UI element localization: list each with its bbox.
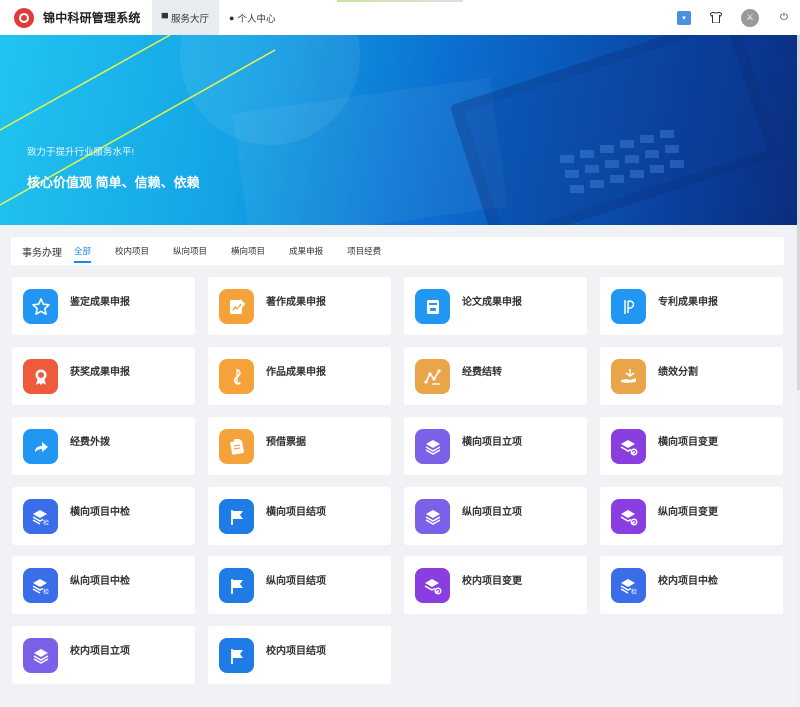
- service-card[interactable]: 绩效分割: [600, 347, 783, 405]
- top-bar: 锦中科研管理系统 ▀ 服务大厅 ● 个人中心 ▾ ⚔ ⏻: [0, 0, 800, 35]
- patent-icon: [611, 289, 646, 324]
- tab-achievement-reports[interactable]: 成果申报: [289, 237, 323, 265]
- service-card-label: 获奖成果申报: [70, 367, 130, 378]
- service-card[interactable]: 获奖成果申报: [12, 347, 195, 405]
- flag-icon: [219, 499, 254, 534]
- service-card[interactable]: 专利成果申报: [600, 277, 783, 335]
- chart-line-icon: [415, 359, 450, 394]
- service-card-label: 横向项目立项: [462, 437, 522, 448]
- nav-tab-personal-center[interactable]: ● 个人中心: [219, 0, 285, 35]
- filter-tabs: 事务办理 全部 校内项目 纵向项目 横向项目 成果申报 项目经费: [11, 237, 784, 265]
- medal-icon: [23, 359, 58, 394]
- service-card[interactable]: 纵向项目立项: [404, 487, 587, 545]
- service-card[interactable]: 作品成果申报: [208, 347, 391, 405]
- tab-horizontal-projects[interactable]: 横向项目: [231, 237, 265, 265]
- avatar[interactable]: ⚔: [741, 8, 759, 27]
- shirt-icon[interactable]: [709, 11, 723, 25]
- service-card-label: 著作成果申报: [266, 297, 326, 308]
- banner-illustration: [0, 35, 780, 225]
- service-card-label: 论文成果申报: [462, 297, 522, 308]
- service-card[interactable]: 经费结转: [404, 347, 587, 405]
- svg-text:检: 检: [43, 519, 49, 527]
- service-card-label: 横向项目中检: [70, 507, 130, 518]
- service-card-label: 绩效分割: [658, 367, 698, 378]
- service-card[interactable]: 经费外拨: [12, 417, 195, 475]
- service-card-label: 预借票据: [266, 437, 306, 448]
- service-card-label: 纵向项目中检: [70, 576, 130, 587]
- tab-vertical-projects[interactable]: 纵向项目: [173, 237, 207, 265]
- logo: [14, 7, 34, 28]
- tab-all[interactable]: 全部: [74, 237, 92, 265]
- service-card[interactable]: 横向项目变更: [600, 417, 783, 475]
- tab-campus-projects[interactable]: 校内项目: [115, 237, 149, 265]
- paper-icon: [415, 289, 450, 324]
- nav-tab-label: 个人中心: [237, 13, 276, 25]
- service-card[interactable]: 校内项目立项: [12, 626, 195, 684]
- service-card[interactable]: 检 纵向项目中检: [12, 556, 195, 614]
- flag-icon: [219, 568, 254, 603]
- service-card-label: 校内项目变更: [462, 576, 522, 587]
- service-card-label: 经费结转: [462, 367, 502, 378]
- service-card-label: 专利成果申报: [658, 297, 718, 308]
- music-icon: [219, 359, 254, 394]
- service-card[interactable]: 检 校内项目中检: [600, 556, 783, 614]
- banner-subtitle: 致力于提升行业服务水平!: [27, 147, 135, 158]
- layers-icon: [415, 429, 450, 464]
- service-card[interactable]: 检 横向项目中检: [12, 487, 195, 545]
- service-card[interactable]: 纵向项目变更: [600, 487, 783, 545]
- tab-project-funds[interactable]: 项目经费: [347, 237, 381, 265]
- service-card-label: 横向项目结项: [266, 507, 326, 518]
- user-icon: ●: [229, 12, 235, 23]
- section-title: 事务办理: [22, 247, 62, 259]
- service-card-label: 横向项目变更: [658, 437, 718, 448]
- service-card[interactable]: 纵向项目结项: [208, 556, 391, 614]
- service-card[interactable]: 预借票据: [208, 417, 391, 475]
- service-card[interactable]: 鉴定成果申报: [12, 277, 195, 335]
- service-card-label: 经费外拨: [70, 437, 110, 448]
- top-accent-line: [337, 0, 463, 2]
- layers-check-icon: 检: [611, 568, 646, 603]
- dropdown-box-icon[interactable]: ▾: [677, 10, 691, 25]
- power-icon[interactable]: ⏻: [777, 11, 791, 25]
- layers-icon: [23, 638, 58, 673]
- nav-tab-label: 服务大厅: [171, 13, 210, 25]
- service-card-label: 校内项目立项: [70, 646, 130, 657]
- service-card[interactable]: 校内项目结项: [208, 626, 391, 684]
- service-card-label: 作品成果申报: [266, 367, 326, 378]
- monitor-icon: ▀: [161, 12, 168, 23]
- layers-check-icon: 检: [23, 499, 58, 534]
- svg-text:检: 检: [43, 588, 49, 596]
- layers-change-icon: [611, 429, 646, 464]
- layers-change-icon: [415, 568, 450, 603]
- svg-text:检: 检: [631, 588, 637, 596]
- service-card-label: 校内项目结项: [266, 646, 326, 657]
- service-card-label: 纵向项目结项: [266, 576, 326, 587]
- share-arrow-icon: [23, 429, 58, 464]
- app-title: 锦中科研管理系统: [43, 11, 141, 25]
- nav-tab-service-hall[interactable]: ▀ 服务大厅: [151, 0, 220, 35]
- hand-money-icon: [611, 359, 646, 394]
- layers-change-icon: [611, 499, 646, 534]
- service-card-label: 鉴定成果申报: [70, 297, 130, 308]
- flag-icon: [219, 638, 254, 673]
- layers-check-icon: 检: [23, 568, 58, 603]
- hero-banner: 致力于提升行业服务水平! 核心价值观 简单、信赖、依赖: [0, 35, 797, 225]
- service-card-label: 校内项目中检: [658, 576, 718, 587]
- clipboard-icon: [219, 429, 254, 464]
- service-card[interactable]: 校内项目变更: [404, 556, 587, 614]
- edit-book-icon: [219, 289, 254, 324]
- service-card[interactable]: 横向项目立项: [404, 417, 587, 475]
- banner-headline: 核心价值观 简单、信赖、依赖: [27, 175, 200, 190]
- service-card[interactable]: 横向项目结项: [208, 487, 391, 545]
- layers-icon: [415, 499, 450, 534]
- service-card[interactable]: 论文成果申报: [404, 277, 587, 335]
- service-card-label: 纵向项目立项: [462, 507, 522, 518]
- service-card[interactable]: 著作成果申报: [208, 277, 391, 335]
- star-icon: [23, 289, 58, 324]
- service-card-label: 纵向项目变更: [658, 507, 718, 518]
